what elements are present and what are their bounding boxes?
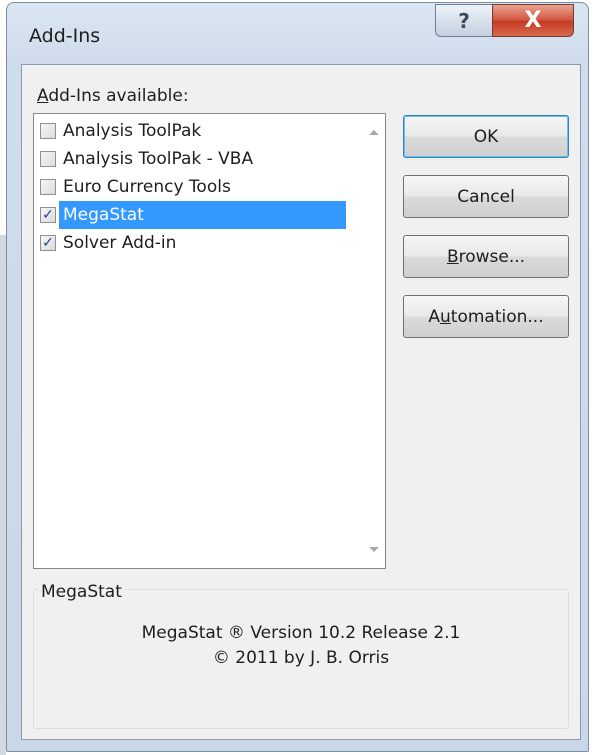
cancel-button[interactable]: Cancel: [403, 175, 569, 218]
addin-description: MegaStat ® Version 10.2 Release 2.1 © 20…: [33, 621, 569, 671]
dialog-client-area: Add-Ins available: Analysis ToolPak Anal…: [21, 64, 581, 740]
list-item-label: Analysis ToolPak: [63, 121, 202, 141]
description-group-title: MegaStat: [38, 582, 125, 602]
list-item-euro-currency-tools[interactable]: Euro Currency Tools: [40, 173, 346, 201]
checkbox-analysis-toolpak[interactable]: [40, 123, 56, 139]
help-icon: ?: [458, 8, 470, 33]
add-ins-listbox[interactable]: Analysis ToolPak Analysis ToolPak - VBA …: [33, 113, 386, 569]
list-item-solver-add-in[interactable]: ✓ Solver Add-in: [40, 229, 346, 257]
automation-button[interactable]: Au tomation...: [403, 295, 569, 338]
accesskey-u: u: [440, 306, 451, 327]
scroll-up-arrow-icon[interactable]: [369, 130, 379, 135]
checkbox-megastat[interactable]: ✓: [40, 207, 56, 223]
caption-buttons: ? X: [435, 4, 574, 38]
help-button[interactable]: ?: [435, 4, 492, 37]
ok-button[interactable]: OK: [403, 115, 569, 158]
dialog-title: Add-Ins: [29, 25, 101, 47]
check-icon: ✓: [42, 235, 54, 251]
checkbox-euro-currency-tools[interactable]: [40, 179, 56, 195]
vertical-scrollbar[interactable]: [363, 114, 385, 568]
list-item-label: Solver Add-in: [63, 233, 177, 253]
scroll-down-arrow-icon[interactable]: [369, 547, 379, 552]
list-item-label: Analysis ToolPak - VBA: [63, 149, 254, 169]
list-item-megastat[interactable]: ✓ MegaStat: [40, 201, 346, 229]
check-icon: ✓: [42, 207, 54, 223]
list-item-analysis-toolpak-vba[interactable]: Analysis ToolPak - VBA: [40, 145, 346, 173]
checkbox-analysis-toolpak-vba[interactable]: [40, 151, 56, 167]
close-button[interactable]: X: [492, 4, 574, 37]
add-ins-available-label: Add-Ins available:: [37, 86, 189, 106]
close-icon: X: [524, 8, 542, 33]
accesskey-a: A: [37, 86, 49, 106]
list-item-analysis-toolpak[interactable]: Analysis ToolPak: [40, 117, 346, 145]
browse-button[interactable]: Browse...: [403, 235, 569, 278]
accesskey-b: B: [446, 246, 459, 267]
description-line-1: MegaStat ® Version 10.2 Release 2.1: [141, 623, 461, 643]
checkbox-solver-add-in[interactable]: ✓: [40, 235, 56, 251]
list-item-label: Euro Currency Tools: [63, 177, 231, 197]
list-item-label-selected: MegaStat: [59, 201, 346, 229]
description-line-2: © 2011 by J. B. Orris: [212, 648, 390, 668]
